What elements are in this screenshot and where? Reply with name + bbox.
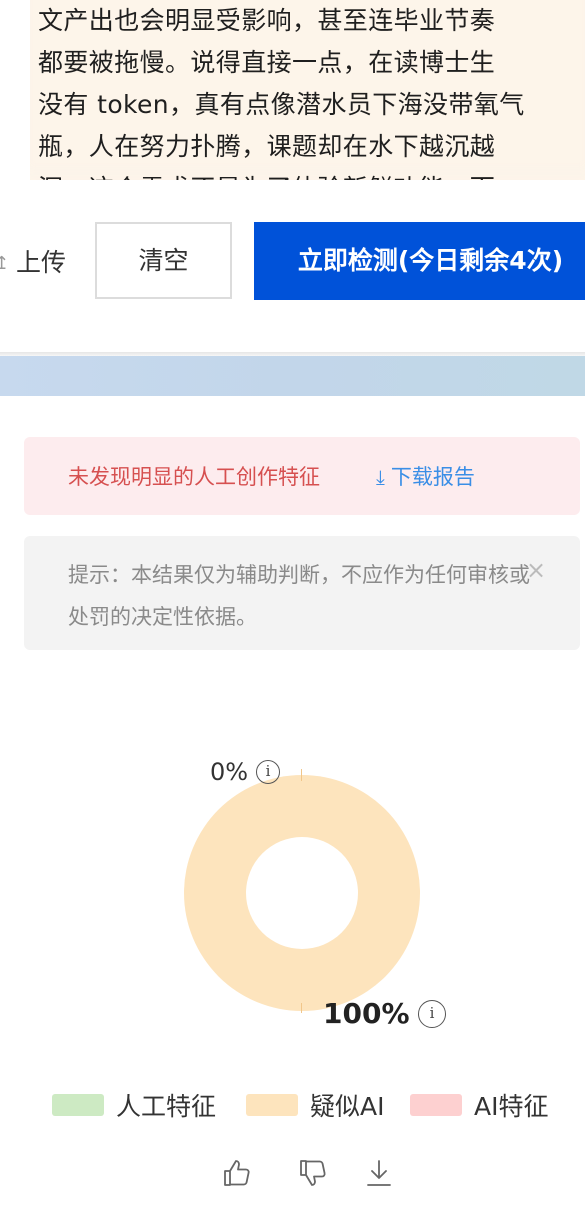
thumbs-up-icon[interactable] xyxy=(222,1158,252,1188)
close-icon[interactable]: × xyxy=(526,556,546,584)
hint-text: 提示：本结果仅为辅助判断，不应作为任何审核或处罚的决定性依据。 xyxy=(68,563,530,629)
download-icon: ⤓ xyxy=(376,465,385,489)
legend-label: AI特征 xyxy=(474,1092,549,1121)
hint-box: 提示：本结果仅为辅助判断，不应作为任何审核或处罚的决定性依据。 × xyxy=(24,536,580,650)
donut-hole xyxy=(246,837,358,949)
thumbs-down-icon[interactable] xyxy=(298,1158,328,1188)
text-line: 瓶，人在努力扑腾，课题却在水下越沉越 xyxy=(38,132,496,161)
info-icon[interactable]: i xyxy=(256,760,280,784)
input-text-panel[interactable]: 文产出也会明显受影响，甚至连毕业节奏 都要被拖慢。说得直接一点，在读博士生 没有… xyxy=(30,0,585,180)
text-line: 都要被拖慢。说得直接一点，在读博士生 xyxy=(38,48,496,77)
text-line: 没有 token，真有点像潜水员下海没带氧气 xyxy=(38,90,525,119)
label-leader-line xyxy=(301,1003,302,1013)
result-status-text: 未发现明显的人工创作特征 xyxy=(68,465,320,489)
upload-icon: ↥ xyxy=(0,253,10,274)
info-icon[interactable]: i xyxy=(418,1000,446,1028)
result-alert: 未发现明显的人工创作特征 ⤓ 下载报告 xyxy=(24,437,580,515)
download-report-link[interactable]: ⤓ 下载报告 xyxy=(376,461,475,491)
download-icon[interactable] xyxy=(364,1158,394,1188)
text-line: 深，这个需求不是为了体验新鲜功能，而 xyxy=(38,168,585,180)
detect-button[interactable]: 立即检测(今日剩余4次) xyxy=(254,222,585,300)
clear-button[interactable]: 清空 xyxy=(95,222,232,299)
pct-label-human: 0% xyxy=(210,758,249,786)
legend-swatch xyxy=(246,1094,298,1116)
download-report-label: 下载报告 xyxy=(390,465,475,489)
donut-chart xyxy=(184,775,420,1011)
pct-label-suspected-ai: 100% xyxy=(323,997,410,1030)
text-line: 文产出也会明显受影响，甚至连毕业节奏 xyxy=(38,6,496,35)
legend-swatch xyxy=(410,1094,462,1116)
label-leader-line xyxy=(301,769,302,781)
upload-label: 上传 xyxy=(15,248,66,277)
legend-label: 人工特征 xyxy=(116,1092,217,1121)
input-text[interactable]: 文产出也会明显受影响，甚至连毕业节奏 都要被拖慢。说得直接一点，在读博士生 没有… xyxy=(30,0,585,180)
upload-button[interactable]: ↥ 上传 xyxy=(0,243,66,283)
section-banner xyxy=(0,356,585,396)
legend-label: 疑似AI xyxy=(310,1092,385,1121)
legend-swatch xyxy=(52,1094,104,1116)
